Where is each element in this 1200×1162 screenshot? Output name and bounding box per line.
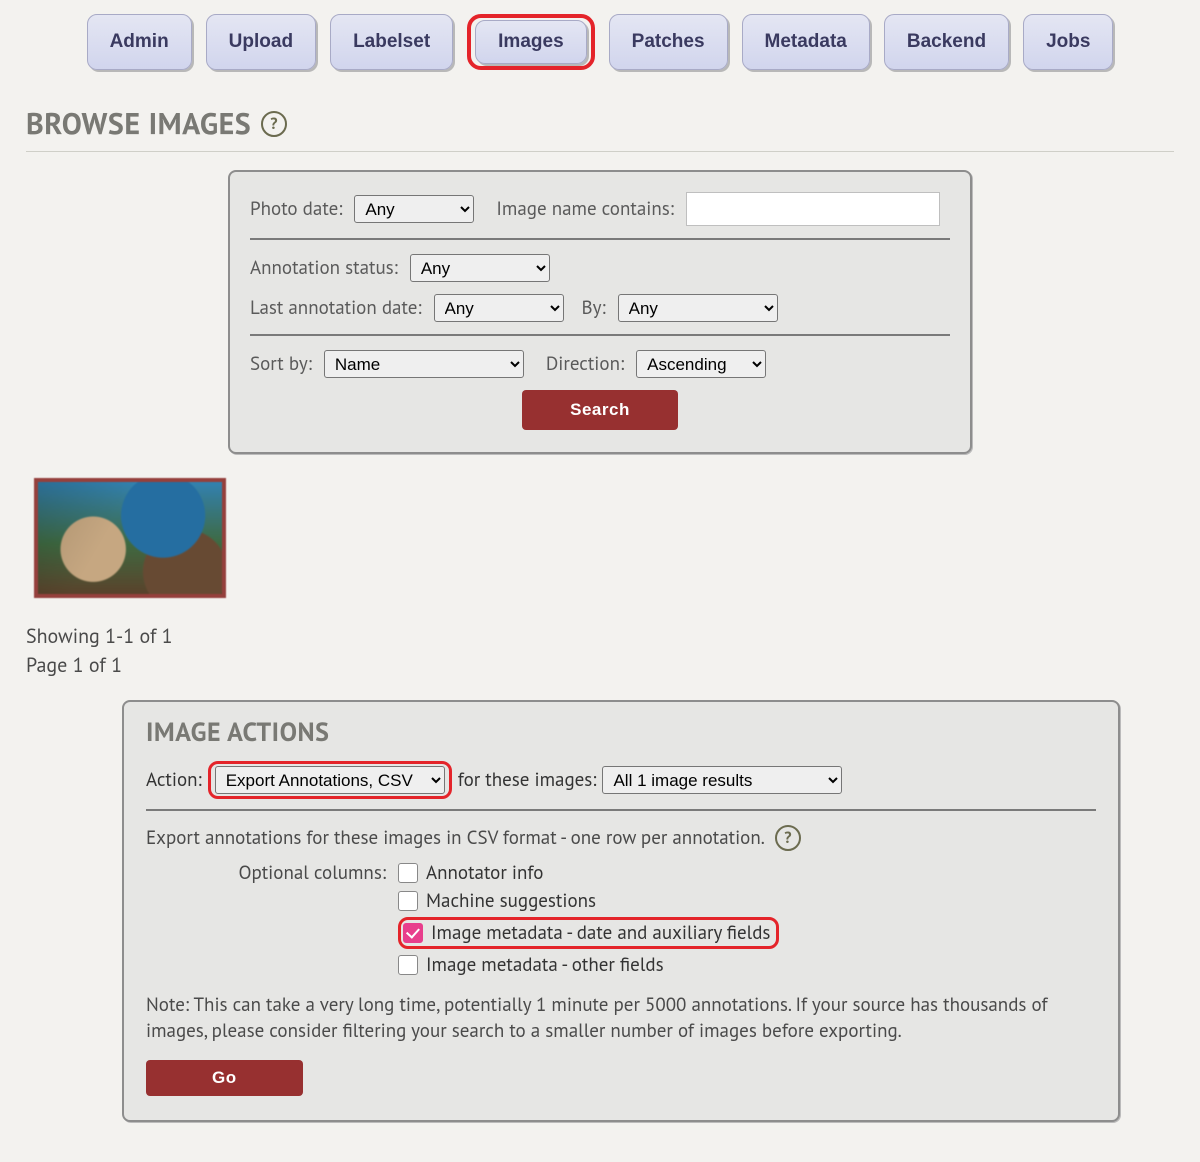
image-actions-title: IMAGE ACTIONS (146, 716, 1096, 749)
last-annotation-date-label: Last annotation date: (250, 296, 422, 320)
tab-metadata[interactable]: Metadata (742, 14, 870, 70)
pager-count-line: Showing 1-1 of 1 (26, 622, 1174, 651)
sort-by-select[interactable]: Name (324, 350, 524, 378)
export-note: Note: This can take a very long time, po… (146, 993, 1096, 1044)
image-thumbnail[interactable] (34, 478, 226, 598)
last-annotation-date-select[interactable]: Any (434, 294, 564, 322)
checkbox-metadata-other[interactable] (398, 955, 418, 975)
action-select-highlight: Export Annotations, CSV (208, 761, 452, 799)
photo-date-label: Photo date: (250, 197, 342, 221)
photo-date-select[interactable]: Any (354, 195, 474, 223)
checkbox-annotator-info[interactable] (398, 863, 418, 883)
search-button[interactable]: Search (522, 390, 678, 430)
tab-patches[interactable]: Patches (609, 14, 728, 70)
search-divider-2 (250, 334, 950, 336)
go-button[interactable]: Go (146, 1060, 303, 1096)
page-title-text: BROWSE IMAGES (26, 104, 251, 143)
by-select[interactable]: Any (618, 294, 778, 322)
pager: Showing 1-1 of 1 Page 1 of 1 (26, 622, 1174, 680)
pager-page-line: Page 1 of 1 (26, 651, 1174, 680)
checkbox-metadata-date-aux[interactable] (403, 923, 423, 943)
annotation-status-select[interactable]: Any (410, 254, 550, 282)
tab-labelset[interactable]: Labelset (330, 14, 453, 70)
action-label: Action: (146, 768, 202, 792)
tab-backend[interactable]: Backend (884, 14, 1009, 70)
help-icon[interactable]: ? (261, 111, 287, 137)
export-help-icon[interactable]: ? (775, 825, 801, 851)
search-panel: Photo date: Any Image name contains: Ann… (228, 170, 972, 454)
top-tabs: Admin Upload Labelset Images Patches Met… (26, 14, 1174, 70)
optional-columns-group: Optional columns: Annotator info Machine… (146, 861, 1096, 977)
direction-label: Direction: (546, 352, 624, 376)
direction-select[interactable]: Ascending (636, 350, 766, 378)
tab-admin[interactable]: Admin (87, 14, 192, 70)
image-actions-panel: IMAGE ACTIONS Action: Export Annotations… (122, 700, 1120, 1122)
checkbox-metadata-date-aux-highlight: Image metadata - date and auxiliary fiel… (398, 917, 779, 949)
tab-images-highlight: Images (467, 14, 594, 70)
sort-by-label: Sort by: (250, 352, 312, 376)
search-divider-1 (250, 238, 950, 240)
checkbox-metadata-date-aux-label: Image metadata - date and auxiliary fiel… (431, 921, 770, 945)
title-divider (26, 151, 1174, 152)
name-contains-input[interactable] (686, 192, 940, 226)
page-title: BROWSE IMAGES ? (26, 104, 1174, 143)
annotation-status-label: Annotation status: (250, 256, 398, 280)
action-select[interactable]: Export Annotations, CSV (215, 766, 445, 794)
tab-upload[interactable]: Upload (206, 14, 316, 70)
checkbox-machine-suggestions-label: Machine suggestions (426, 889, 596, 913)
export-description: Export annotations for these images in C… (146, 826, 765, 850)
checkbox-machine-suggestions[interactable] (398, 891, 418, 911)
checkbox-metadata-other-label: Image metadata - other fields (426, 953, 664, 977)
by-label: By: (582, 296, 606, 320)
checkbox-annotator-info-label: Annotator info (426, 861, 543, 885)
optional-columns-label: Optional columns: (146, 861, 386, 885)
for-these-images-label: for these images: (458, 768, 597, 792)
scope-select[interactable]: All 1 image results (602, 766, 842, 794)
tab-jobs[interactable]: Jobs (1023, 14, 1113, 70)
actions-divider (146, 809, 1096, 811)
name-contains-label: Image name contains: (496, 197, 674, 221)
tab-images[interactable]: Images (475, 20, 586, 64)
